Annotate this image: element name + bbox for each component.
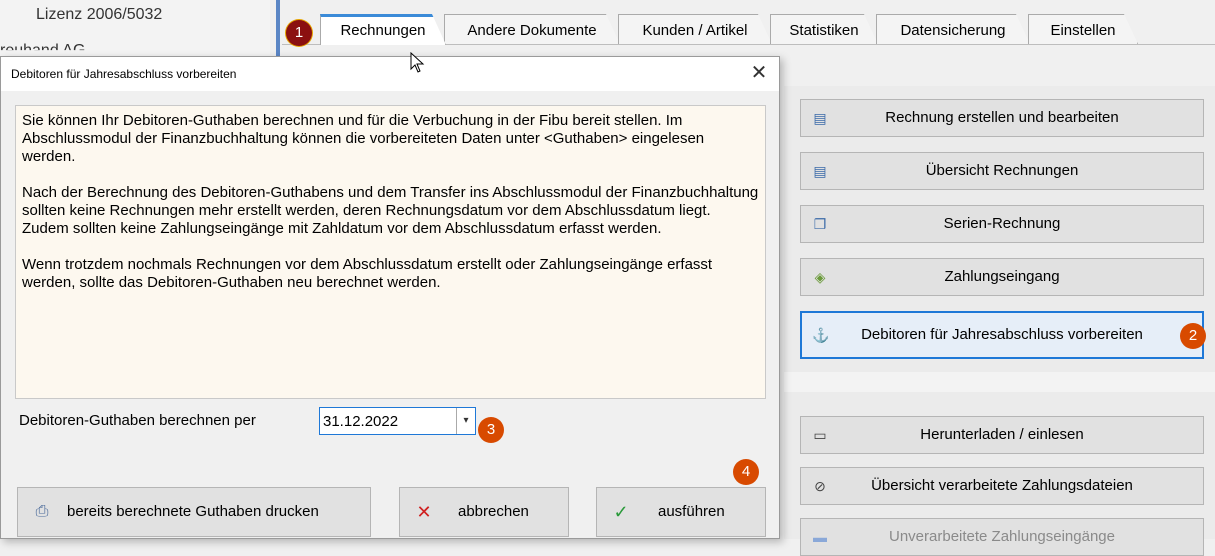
- invoice-search-icon: ▤: [813, 163, 827, 179]
- create-invoice-label: Rechnung erstellen und bearbeiten: [885, 109, 1119, 126]
- processed-payments-button[interactable]: ⊘ Übersicht verarbeitete Zahlungsdateien: [800, 467, 1204, 505]
- payment-receipt-label: Zahlungseingang: [944, 268, 1060, 285]
- info-text-box: Sie können Ihr Debitoren-Guthaben berech…: [15, 105, 766, 399]
- mouse-cursor-icon: [410, 52, 425, 73]
- payment-receipt-button[interactable]: ◈ Zahlungseingang: [800, 258, 1204, 296]
- prepare-debtors-button[interactable]: ⚓ Debitoren für Jahresabschluss vorberei…: [800, 311, 1204, 359]
- prepare-debtors-dialog: Debitoren für Jahresabschluss vorbereite…: [0, 56, 780, 539]
- invoice-overview-button[interactable]: ▤ Übersicht Rechnungen: [800, 152, 1204, 190]
- info-paragraph-1: Sie können Ihr Debitoren-Guthaben berech…: [22, 112, 705, 165]
- right-panel-separator: [784, 372, 1215, 392]
- date-picker[interactable]: ▾: [319, 407, 476, 435]
- download-import-label: Herunterladen / einlesen: [920, 426, 1084, 443]
- processed-payments-label: Übersicht verarbeitete Zahlungsdateien: [871, 477, 1133, 494]
- payment-icon: ◈: [814, 269, 826, 285]
- print-credits-label: bereits berechnete Guthaben drucken: [67, 503, 319, 520]
- checkmark-icon: ✓: [613, 502, 629, 522]
- step-badge-1: 1: [286, 20, 312, 46]
- download-import-button[interactable]: ▭ Herunterladen / einlesen: [800, 416, 1204, 454]
- unprocessed-payments-button[interactable]: ▬ Unverarbeitete Zahlungseingänge: [800, 518, 1204, 556]
- print-credits-button[interactable]: ⎙ bereits berechnete Guthaben drucken: [17, 487, 371, 537]
- unprocessed-payments-label: Unverarbeitete Zahlungseingänge: [889, 528, 1115, 545]
- main-tabbar: Rechnungen Andere Dokumente Kunden / Art…: [282, 14, 1215, 45]
- tab-kunden-artikel[interactable]: Kunden / Artikel: [618, 14, 772, 44]
- license-label: Lizenz 2006/5032: [36, 6, 163, 23]
- anchor-icon: ⚓: [812, 327, 830, 343]
- tab-datensicherung[interactable]: Datensicherung: [876, 14, 1030, 44]
- calc-date-label: Debitoren-Guthaben berechnen per: [19, 412, 256, 429]
- dialog-title: Debitoren für Jahresabschluss vorbereite…: [11, 67, 237, 81]
- step-badge-3: 3: [478, 417, 504, 443]
- invoice-overview-label: Übersicht Rechnungen: [925, 162, 1079, 179]
- prepare-debtors-label: Debitoren für Jahresabschluss vorbereite…: [861, 326, 1143, 343]
- cancel-label: abbrechen: [458, 503, 529, 520]
- tab-statistiken[interactable]: Statistiken: [770, 14, 878, 44]
- tab-andere-dokumente[interactable]: Andere Dokumente: [444, 14, 620, 44]
- info-paragraph-3: Wenn trotzdem nochmals Rechnungen vor de…: [22, 256, 713, 291]
- compass-icon: ⊘: [814, 478, 826, 494]
- cancel-button[interactable]: ✕ abbrechen: [399, 487, 569, 537]
- close-icon: ✕: [416, 502, 432, 522]
- execute-button[interactable]: ✓ ausführen: [596, 487, 766, 537]
- date-input[interactable]: [323, 411, 453, 431]
- execute-label: ausführen: [658, 503, 725, 520]
- list-icon: ▬: [813, 529, 827, 545]
- step-badge-2: 2: [1180, 323, 1206, 349]
- printer-icon: ⎙: [35, 503, 49, 520]
- info-paragraph-2: Nach der Berechnung des Debitoren-Guthab…: [22, 184, 759, 237]
- copy-documents-icon: ❐: [813, 216, 827, 232]
- create-invoice-button[interactable]: ▤ Rechnung erstellen und bearbeiten: [800, 99, 1204, 137]
- serial-invoice-button[interactable]: ❐ Serien-Rechnung: [800, 205, 1204, 243]
- close-icon[interactable]: ✕: [747, 60, 771, 85]
- speech-bubble-icon: ▭: [813, 427, 827, 443]
- invoice-edit-icon: ▤: [813, 110, 827, 126]
- chevron-down-icon[interactable]: ▾: [456, 408, 475, 434]
- serial-invoice-label: Serien-Rechnung: [943, 215, 1061, 232]
- dialog-titlebar: Debitoren für Jahresabschluss vorbereite…: [1, 57, 779, 91]
- step-badge-4: 4: [733, 459, 759, 485]
- tab-rechnungen[interactable]: Rechnungen: [320, 14, 446, 45]
- tab-einstellen[interactable]: Einstellen: [1028, 14, 1138, 44]
- panel-divider: [276, 0, 280, 62]
